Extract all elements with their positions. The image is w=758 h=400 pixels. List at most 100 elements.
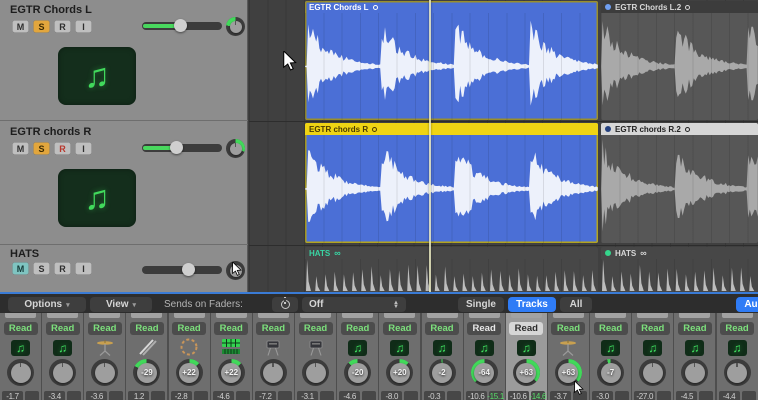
region-title-bar[interactable]: EGTR chords R [305,123,598,135]
record-button[interactable]: R [54,20,71,33]
volume-value[interactable]: -1.7 [2,391,23,400]
mute-button[interactable]: M [12,262,29,275]
volume-value[interactable]: -2.8 [171,391,192,400]
pan-knob[interactable]: -7 [597,359,624,386]
channel-strip[interactable]: Read♫-3.4 [42,313,83,400]
record-button[interactable]: R [54,142,71,155]
filter-all-button[interactable]: All [560,297,592,312]
sends-power-button[interactable] [272,297,298,312]
automation-read-button[interactable]: Read [4,322,38,335]
automation-read-button[interactable]: Read [341,322,375,335]
pan-knob[interactable] [639,359,666,386]
pan-knob[interactable] [724,359,751,386]
automation-read-button[interactable]: Read [467,322,501,335]
volume-value[interactable]: -3.4 [44,391,65,400]
region-egtr-chords-l-2[interactable]: EGTR Chords L.2 [601,1,758,120]
record-button[interactable]: R [54,262,71,275]
view-menu-button[interactable]: View ▾ [90,297,152,312]
region-egtr-chords-l[interactable]: EGTR Chords L [305,1,598,120]
pan-knob[interactable]: -20 [344,359,371,386]
input-monitor-button[interactable]: I [75,20,92,33]
region-title-bar[interactable]: EGTR Chords L [305,1,598,13]
channel-strip[interactable]: Read♫-7-3.0 [590,313,631,400]
region-title-bar[interactable]: HATS∞ [601,247,758,259]
pan-knob[interactable] [260,359,287,386]
automation-read-button[interactable]: Read [256,322,290,335]
volume-value[interactable]: -3.0 [592,391,613,400]
track-header-egtr-chords-l[interactable]: EGTR Chords L M S R I ♫ [0,0,248,121]
input-monitor-button[interactable]: I [75,262,92,275]
region-egtr-chords-r-2[interactable]: EGTR chords R.2 [601,123,758,243]
automation-read-button[interactable]: Read [46,322,80,335]
volume-value[interactable]: -27.0 [634,391,655,400]
pan-knob[interactable]: +63 [555,359,582,386]
automation-read-button[interactable]: Read [425,322,459,335]
channel-strip[interactable]: Read♫-4.4 [717,313,758,400]
channel-strip[interactable]: Read♫+20-8.0 [379,313,420,400]
channel-strip[interactable]: Read -29 1.2 [126,313,167,400]
automation-read-button[interactable]: Read [130,322,164,335]
track-header-egtr-chords-r[interactable]: EGTR chords R M S R I ♫ [0,122,248,245]
automation-read-button[interactable]: Read [299,322,333,335]
volume-value[interactable]: -4.5 [676,391,697,400]
region-title-bar[interactable]: EGTR Chords L.2 [601,1,758,13]
volume-value[interactable]: -4.6 [339,391,360,400]
volume-value[interactable]: 1.2 [128,391,149,400]
region-hats[interactable]: HATS∞ [601,247,758,292]
options-menu-button[interactable]: Options ▾ [8,297,86,312]
pan-knob[interactable] [226,17,245,36]
track-header-hats[interactable]: HATS M S R I [0,246,248,292]
automation-read-button[interactable]: Read [172,322,206,335]
region-title-bar[interactable]: EGTR chords R.2 [601,123,758,135]
volume-value[interactable]: -0.3 [424,391,445,400]
channel-strip[interactable]: Read♫-64-10.6-15.1 [464,313,505,400]
volume-value[interactable]: -3.1 [297,391,318,400]
automation-read-button[interactable]: Read [214,322,248,335]
filter-tracks-button[interactable]: Tracks [508,297,556,312]
volume-value[interactable]: -7.2 [255,391,276,400]
volume-value[interactable]: -3.7 [550,391,571,400]
channel-strip[interactable]: Read♫-1.7 [0,313,41,400]
channel-strip[interactable]: Read +63 -3.7 [548,313,589,400]
automation-read-button[interactable]: Read [720,322,754,335]
volume-value[interactable]: -3.6 [86,391,107,400]
channel-strip[interactable]: Read♫-2-0.3 [422,313,463,400]
pan-knob[interactable]: -2 [429,359,456,386]
pan-knob[interactable] [681,359,708,386]
volume-value[interactable]: -8.0 [381,391,402,400]
playhead[interactable] [429,0,431,292]
pan-knob[interactable]: +63 [513,359,540,386]
channel-strip[interactable]: Read♫-20-4.6 [337,313,378,400]
automation-read-button[interactable]: Read [383,322,417,335]
region-egtr-chords-r[interactable]: EGTR chords R [305,123,598,243]
solo-button[interactable]: S [33,142,50,155]
solo-button[interactable]: S [33,20,50,33]
volume-slider[interactable] [142,22,222,30]
channel-strip[interactable]: Read-3.6 [84,313,125,400]
automation-read-button[interactable]: Read [551,322,585,335]
pan-knob[interactable] [91,359,118,386]
channel-strip[interactable]: Read +22 -2.8 [169,313,210,400]
pan-knob[interactable]: +22 [176,359,203,386]
pan-knob[interactable]: -64 [471,359,498,386]
arrange-timeline[interactable]: EGTR Chords LEGTR Chords L.2 EGTR chords … [249,0,758,292]
audio-filter-button[interactable]: Au [736,297,758,312]
pan-knob[interactable] [226,261,245,280]
channel-strip[interactable]: Read♫+63-10.6-14.6 [506,313,547,400]
volume-value[interactable]: -10.6 [466,391,487,400]
pan-knob[interactable]: +20 [386,359,413,386]
pan-knob[interactable] [302,359,329,386]
mute-button[interactable]: M [12,142,29,155]
automation-read-button[interactable]: Read [678,322,712,335]
volume-value[interactable]: -4.4 [719,391,740,400]
pan-knob[interactable] [226,139,245,158]
solo-button[interactable]: S [33,262,50,275]
volume-slider[interactable] [142,144,222,152]
pan-knob[interactable] [49,359,76,386]
region-title-bar[interactable]: HATS∞ [305,247,598,259]
channel-strip[interactable]: Read+22-4.6 [211,313,252,400]
mute-button[interactable]: M [12,20,29,33]
pan-knob[interactable]: -29 [133,359,160,386]
sends-mode-dropdown[interactable]: Off ▲▼ [302,297,406,312]
filter-single-button[interactable]: Single [458,297,504,312]
